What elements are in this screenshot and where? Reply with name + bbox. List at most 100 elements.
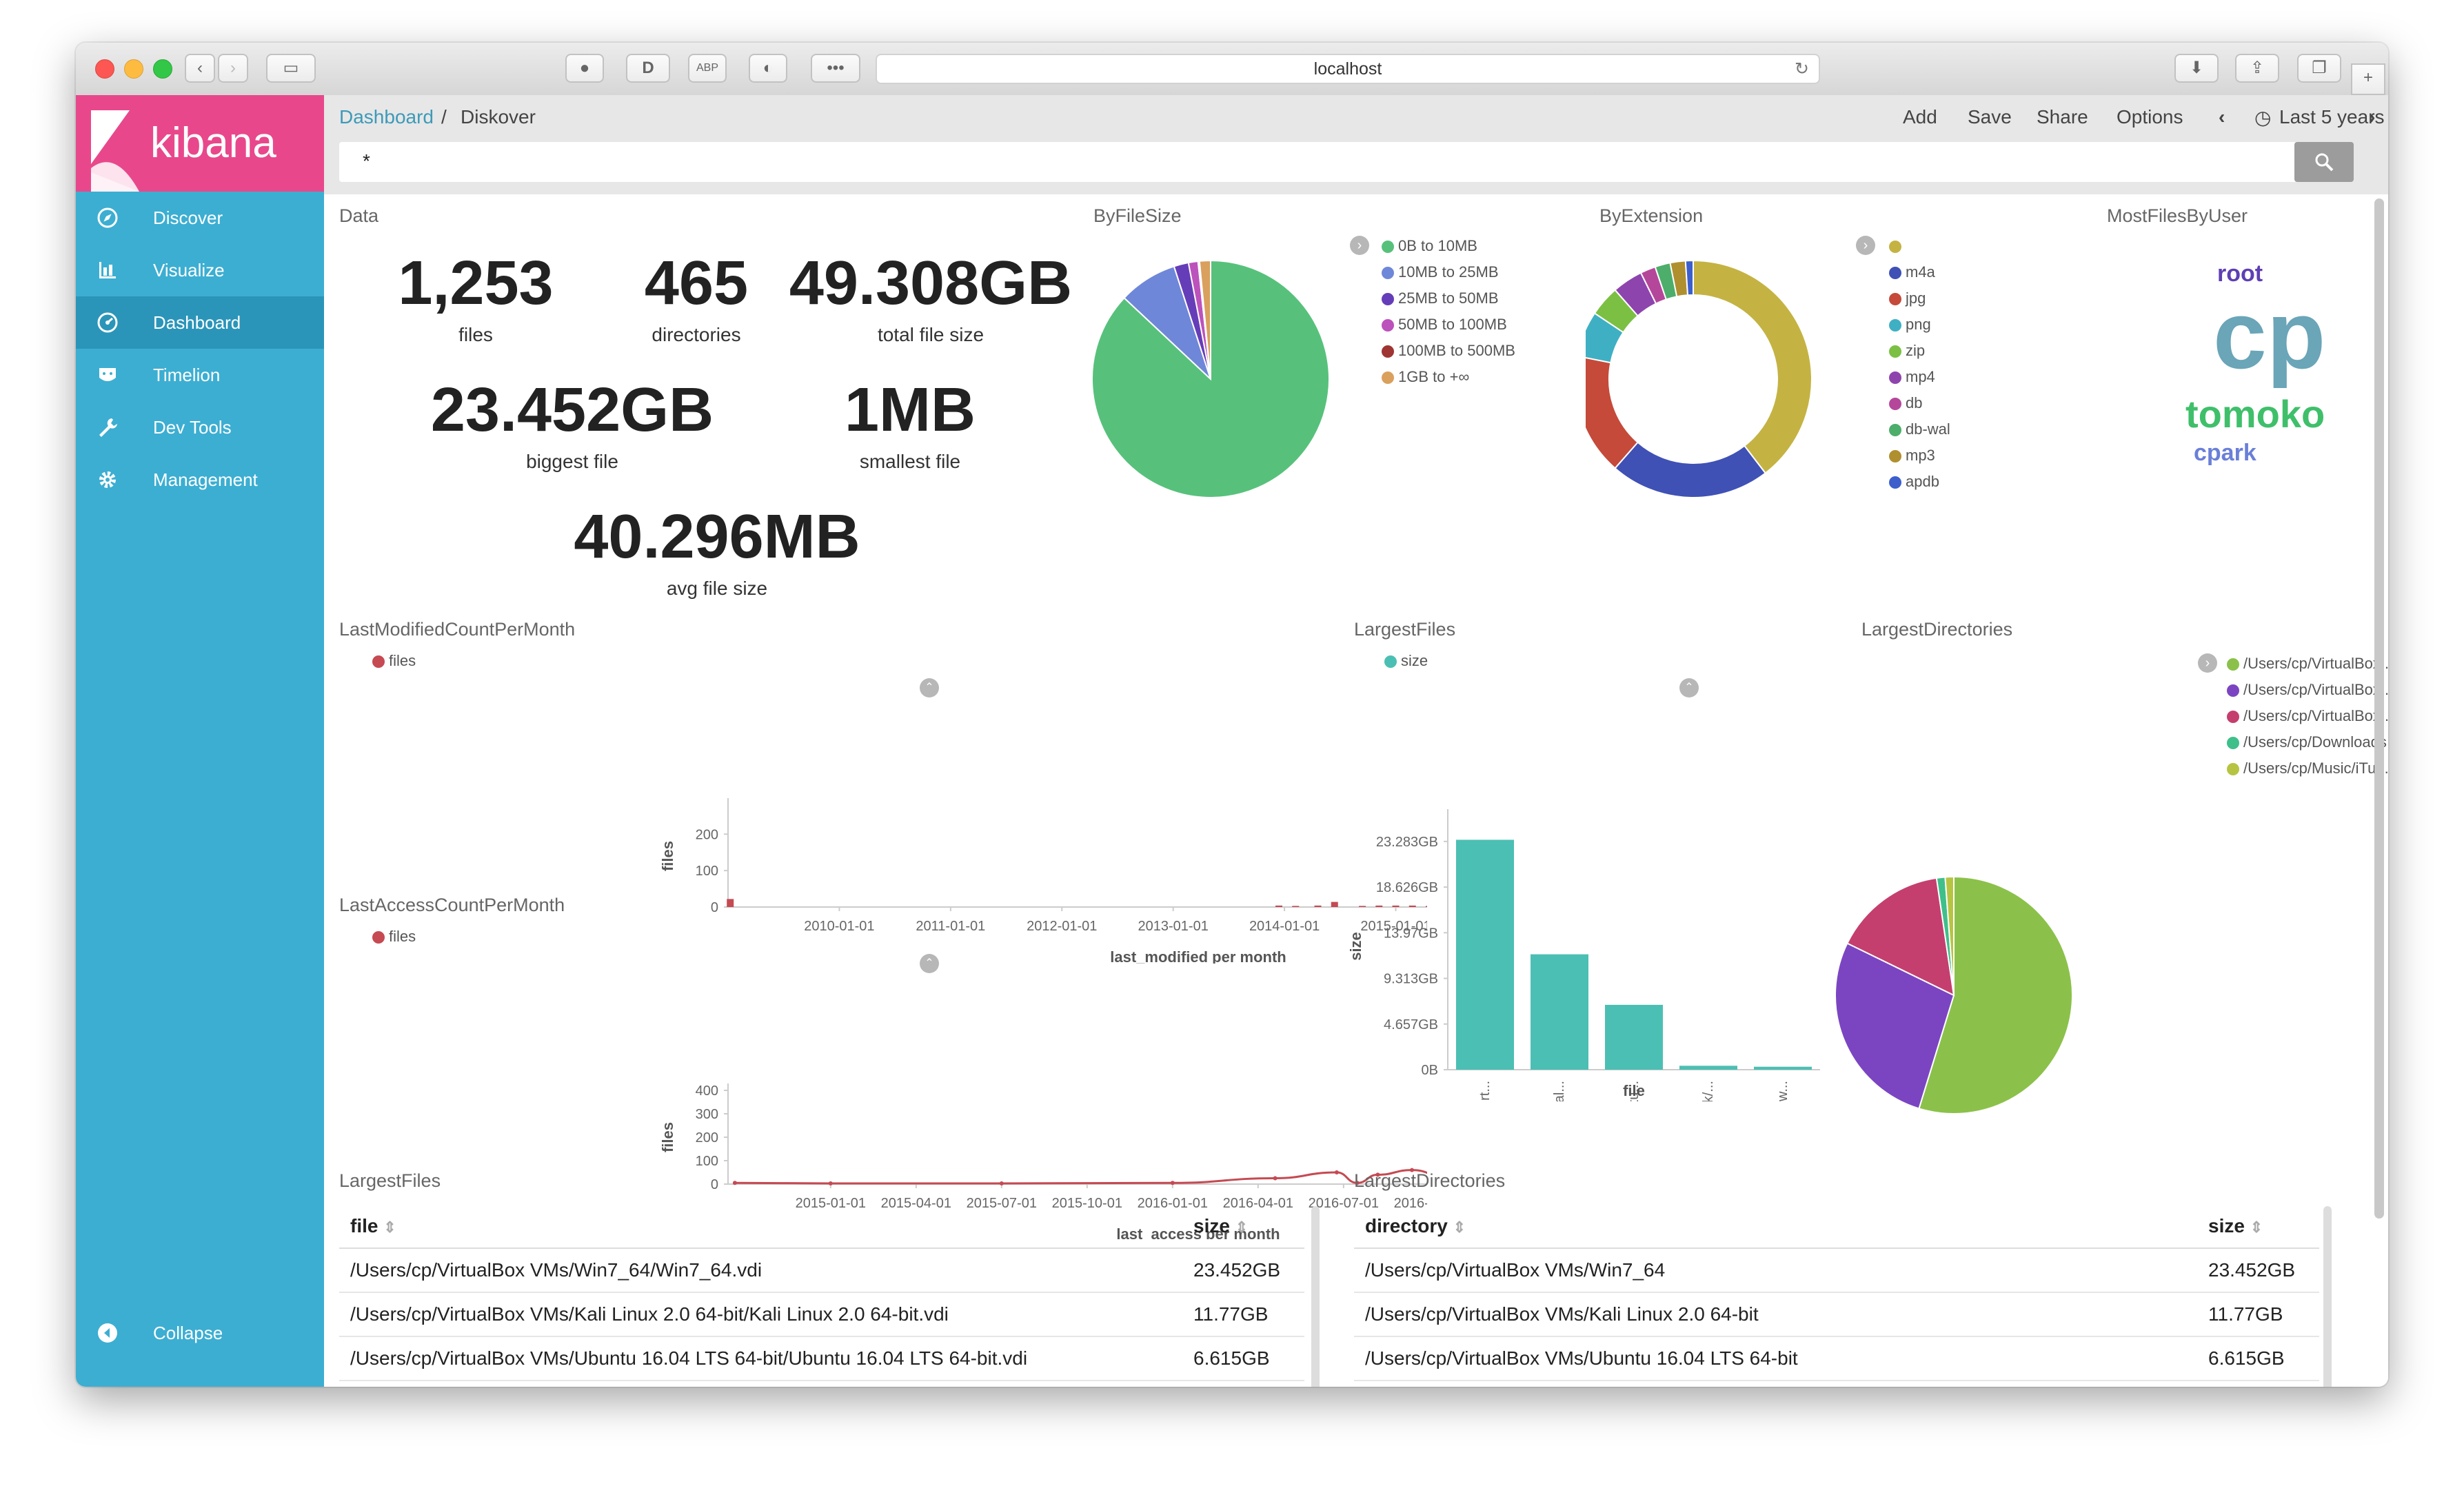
- column-header-directory[interactable]: directory ⇕: [1354, 1205, 2197, 1249]
- data-point[interactable]: [1334, 1170, 1339, 1174]
- legend-item[interactable]: png: [1889, 316, 1931, 334]
- legend-item[interactable]: mp4: [1889, 368, 1935, 386]
- legend-item[interactable]: zip: [1889, 342, 1925, 360]
- more-extensions-button[interactable]: •••: [811, 54, 860, 83]
- adblock-extension-button[interactable]: ABP: [688, 54, 727, 83]
- data-point[interactable]: [1273, 1176, 1278, 1181]
- legend-item[interactable]: 10MB to 25MB: [1382, 263, 1499, 281]
- share-button[interactable]: Share: [2037, 106, 2088, 128]
- collapse-button[interactable]: Collapse: [76, 1307, 324, 1359]
- share-browser-button[interactable]: ⇪: [2235, 54, 2279, 83]
- nav-visualize[interactable]: Visualize: [76, 244, 324, 296]
- legend-item[interactable]: size: [1384, 652, 1428, 670]
- pie-slice[interactable]: [1586, 356, 1639, 469]
- legend-item[interactable]: mp3: [1889, 447, 1935, 465]
- legend-item[interactable]: 100MB to 500MB: [1382, 342, 1515, 360]
- back-button[interactable]: ‹: [185, 54, 215, 83]
- new-tab-button[interactable]: +: [2351, 63, 2385, 95]
- extension-d-button[interactable]: D: [626, 54, 670, 83]
- collapse-legend-icon[interactable]: ⌃: [920, 954, 939, 973]
- legend-toggle-icon[interactable]: ›: [1856, 236, 1875, 255]
- column-header-size[interactable]: size ⇕: [1182, 1205, 1304, 1249]
- table-scrollbar[interactable]: [1311, 1206, 1320, 1387]
- sort-icon[interactable]: ⇕: [1453, 1219, 1466, 1236]
- legend-item[interactable]: /Users/cp/Music/iTun...: [2227, 760, 2388, 777]
- legend-toggle-icon[interactable]: ›: [2198, 653, 2217, 673]
- legend-item[interactable]: jpg: [1889, 289, 1926, 307]
- bar[interactable]: [1679, 1066, 1737, 1070]
- table-row[interactable]: /Users/cp/VirtualBox VMs/Ubuntu 16.04 LT…: [1354, 1336, 2319, 1381]
- reload-icon[interactable]: ↻: [1795, 55, 1809, 83]
- table-row[interactable]: /Users/cp/VirtualBox VMs/Kali Linux 2.0 …: [339, 1292, 1304, 1337]
- sort-icon[interactable]: ⇕: [1235, 1219, 1248, 1236]
- legend-item[interactable]: 25MB to 50MB: [1382, 289, 1499, 307]
- legend-item[interactable]: [1889, 237, 1906, 255]
- sort-icon[interactable]: ⇕: [383, 1219, 396, 1236]
- breadcrumb-dashboard-link[interactable]: Dashboard: [339, 106, 434, 128]
- sidebar-toggle-button[interactable]: ▭: [266, 54, 316, 83]
- bar[interactable]: [1531, 954, 1588, 1070]
- data-point[interactable]: [828, 1181, 833, 1185]
- column-header-file[interactable]: file ⇕: [339, 1205, 1182, 1249]
- time-prev-icon[interactable]: ‹: [2219, 106, 2225, 128]
- column-header-size[interactable]: size ⇕: [2197, 1205, 2319, 1249]
- data-point[interactable]: [999, 1181, 1004, 1185]
- nav-management[interactable]: Management: [76, 454, 324, 506]
- legend-item[interactable]: db-wal: [1889, 420, 1950, 438]
- collapse-legend-icon[interactable]: ⌃: [1679, 678, 1699, 697]
- table-scrollbar[interactable]: [2323, 1206, 2332, 1387]
- bar[interactable]: [1754, 1066, 1812, 1070]
- sort-icon[interactable]: ⇕: [2250, 1219, 2263, 1236]
- legend-item[interactable]: /Users/cp/Downloads: [2227, 733, 2387, 751]
- save-button[interactable]: Save: [1968, 106, 2012, 128]
- bar[interactable]: [1292, 906, 1300, 907]
- time-next-icon[interactable]: ›: [2369, 106, 2375, 128]
- legend-item[interactable]: files: [372, 652, 416, 670]
- bar[interactable]: [1314, 905, 1322, 907]
- ghostery-extension-button[interactable]: ●: [565, 54, 604, 83]
- nav-dev-tools[interactable]: Dev Tools: [76, 401, 324, 454]
- table-row[interactable]: /Users/cp/VirtualBox VMs/Win7_64/Win7_64…: [339, 1248, 1304, 1293]
- pie-slice[interactable]: [1614, 441, 1767, 498]
- table-row[interactable]: /Users/cp/VirtualBox VMs/Kali Linux 2.0 …: [1354, 1292, 2319, 1337]
- bar[interactable]: [1331, 902, 1338, 907]
- options-button[interactable]: Options: [2117, 106, 2183, 128]
- legend-item[interactable]: 50MB to 100MB: [1382, 316, 1507, 334]
- search-button[interactable]: [2294, 142, 2354, 182]
- legend-item[interactable]: files: [372, 928, 416, 946]
- legend-item[interactable]: 1GB to +∞: [1382, 368, 1469, 386]
- legend-item[interactable]: m4a: [1889, 263, 1935, 281]
- nav-dashboard[interactable]: Dashboard: [76, 296, 324, 349]
- tag-cloud-word[interactable]: cp: [2213, 287, 2325, 383]
- pie-slice[interactable]: [1693, 259, 1812, 474]
- kibana-logo[interactable]: kibana: [76, 95, 324, 192]
- zoom-window-button[interactable]: [153, 59, 172, 79]
- downloads-button[interactable]: ⬇: [2174, 54, 2219, 83]
- bar[interactable]: [727, 899, 734, 907]
- legend-item[interactable]: /Users/cp/VirtualBox ...: [2227, 707, 2388, 725]
- nav-discover[interactable]: Discover: [76, 192, 324, 244]
- add-button[interactable]: Add: [1903, 106, 1937, 128]
- nav-timelion[interactable]: Timelion: [76, 349, 324, 401]
- legend-item[interactable]: 0B to 10MB: [1382, 237, 1477, 255]
- legend-toggle-icon[interactable]: ›: [1350, 236, 1369, 255]
- bar[interactable]: [1456, 839, 1514, 1070]
- collapse-legend-icon[interactable]: ⌃: [920, 678, 939, 697]
- legend-item[interactable]: /Users/cp/VirtualBox ...: [2227, 655, 2388, 673]
- query-input[interactable]: *: [339, 142, 2311, 182]
- legend-item[interactable]: apdb: [1889, 473, 1939, 491]
- tag-cloud-word[interactable]: tomoko: [2185, 391, 2325, 436]
- legend-item[interactable]: db: [1889, 394, 1922, 412]
- data-point[interactable]: [732, 1181, 737, 1185]
- table-row[interactable]: /Users/cp/VirtualBox VMs/Ubuntu 16.04 LT…: [339, 1336, 1304, 1381]
- forward-button[interactable]: ›: [218, 54, 248, 83]
- tag-cloud-word[interactable]: cpark: [2194, 440, 2256, 467]
- close-window-button[interactable]: [95, 59, 114, 79]
- bar[interactable]: [1275, 905, 1283, 907]
- extension-button[interactable]: ◐: [749, 54, 787, 83]
- data-point[interactable]: [1170, 1181, 1175, 1185]
- table-row[interactable]: /Users/cp/VirtualBox VMs/Win7_64 23.452GB: [1354, 1248, 2319, 1293]
- bar[interactable]: [1605, 1004, 1663, 1070]
- legend-item[interactable]: /Users/cp/VirtualBox ...: [2227, 681, 2388, 699]
- tabs-button[interactable]: ❐: [2297, 54, 2341, 83]
